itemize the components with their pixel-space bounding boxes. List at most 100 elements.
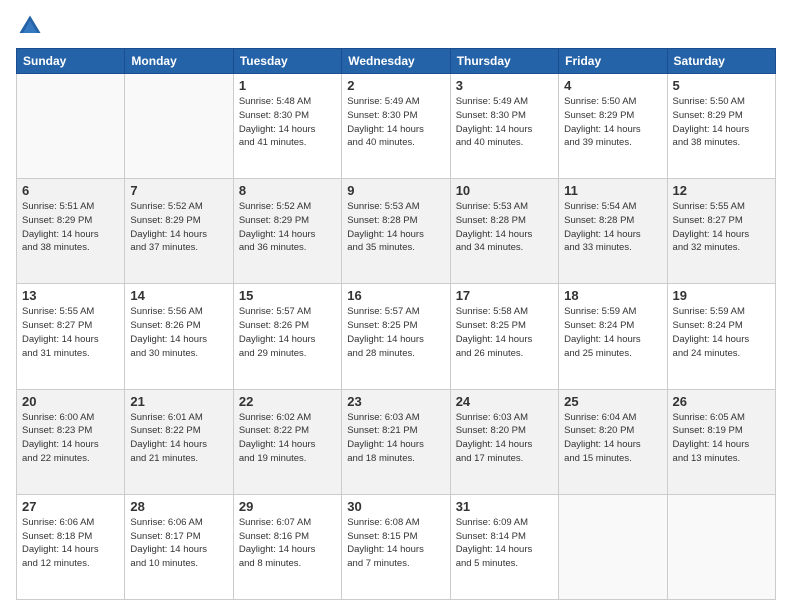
header [16,12,776,40]
calendar-cell: 6 Sunrise: 5:51 AM Sunset: 8:29 PM Daylig… [17,179,125,284]
day-number: 8 [239,183,336,198]
calendar-cell: 26 Sunrise: 6:05 AM Sunset: 8:19 PM Dayli… [667,389,775,494]
calendar-cell: 28Sunrise: 6:06 AM Sunset: 8:17 PM Dayli… [125,494,233,599]
calendar-week-4: 20Sunrise: 6:00 AM Sunset: 8:23 PM Dayli… [17,389,776,494]
weekday-header-tuesday: Tuesday [233,49,341,74]
day-info: Sunrise: 5:56 AM Sunset: 8:26 PM Dayligh… [130,305,227,360]
day-number: 1 [239,78,336,93]
calendar-cell: 17Sunrise: 5:58 AM Sunset: 8:25 PM Dayli… [450,284,558,389]
day-info: Sunrise: 5:53 AM Sunset: 8:28 PM Dayligh… [456,200,553,255]
day-info: Sunrise: 5:55 AM Sunset: 8:27 PM Dayligh… [22,305,119,360]
calendar-cell [559,494,667,599]
day-number: 13 [22,288,119,303]
day-number: 14 [130,288,227,303]
day-number: 28 [130,499,227,514]
day-number: 11 [564,183,661,198]
day-number: 2 [347,78,444,93]
calendar-week-2: 6 Sunrise: 5:51 AM Sunset: 8:29 PM Daylig… [17,179,776,284]
day-number: 24 [456,394,553,409]
day-number: 5 [673,78,770,93]
day-number: 15 [239,288,336,303]
calendar-cell: 14 Sunrise: 5:56 AM Sunset: 8:26 PM Dayli… [125,284,233,389]
calendar-cell [17,74,125,179]
calendar-cell: 30 Sunrise: 6:08 AM Sunset: 8:15 PM Dayli… [342,494,450,599]
calendar-cell: 11 Sunrise: 5:54 AM Sunset: 8:28 PM Dayli… [559,179,667,284]
day-number: 10 [456,183,553,198]
day-info: Sunrise: 5:51 AM Sunset: 8:29 PM Dayligh… [22,200,119,255]
day-info: Sunrise: 6:03 AM Sunset: 8:20 PM Dayligh… [456,411,553,466]
calendar-table: SundayMondayTuesdayWednesdayThursdayFrid… [16,48,776,600]
calendar-cell: 10 Sunrise: 5:53 AM Sunset: 8:28 PM Dayli… [450,179,558,284]
calendar-cell: 2 Sunrise: 5:49 AM Sunset: 8:30 PM Daylig… [342,74,450,179]
calendar-cell: 20Sunrise: 6:00 AM Sunset: 8:23 PM Dayli… [17,389,125,494]
day-info: Sunrise: 6:07 AM Sunset: 8:16 PM Dayligh… [239,516,336,571]
day-number: 30 [347,499,444,514]
day-info: Sunrise: 6:04 AM Sunset: 8:20 PM Dayligh… [564,411,661,466]
logo-icon [16,12,44,40]
day-info: Sunrise: 5:59 AM Sunset: 8:24 PM Dayligh… [673,305,770,360]
day-info: Sunrise: 6:02 AM Sunset: 8:22 PM Dayligh… [239,411,336,466]
calendar-week-1: 1 Sunrise: 5:48 AM Sunset: 8:30 PM Daylig… [17,74,776,179]
day-number: 29 [239,499,336,514]
day-info: Sunrise: 5:55 AM Sunset: 8:27 PM Dayligh… [673,200,770,255]
day-info: Sunrise: 6:03 AM Sunset: 8:21 PM Dayligh… [347,411,444,466]
calendar-cell: 8Sunrise: 5:52 AM Sunset: 8:29 PM Daylig… [233,179,341,284]
calendar-cell: 29 Sunrise: 6:07 AM Sunset: 8:16 PM Dayli… [233,494,341,599]
day-number: 23 [347,394,444,409]
day-info: Sunrise: 5:54 AM Sunset: 8:28 PM Dayligh… [564,200,661,255]
day-number: 27 [22,499,119,514]
day-number: 26 [673,394,770,409]
day-info: Sunrise: 5:57 AM Sunset: 8:26 PM Dayligh… [239,305,336,360]
day-info: Sunrise: 6:06 AM Sunset: 8:18 PM Dayligh… [22,516,119,571]
day-number: 6 [22,183,119,198]
day-number: 25 [564,394,661,409]
calendar-cell: 24 Sunrise: 6:03 AM Sunset: 8:20 PM Dayli… [450,389,558,494]
day-number: 3 [456,78,553,93]
calendar-cell: 15 Sunrise: 5:57 AM Sunset: 8:26 PM Dayli… [233,284,341,389]
calendar-cell [125,74,233,179]
calendar-cell: 1 Sunrise: 5:48 AM Sunset: 8:30 PM Daylig… [233,74,341,179]
calendar-cell: 19Sunrise: 5:59 AM Sunset: 8:24 PM Dayli… [667,284,775,389]
day-number: 21 [130,394,227,409]
page: SundayMondayTuesdayWednesdayThursdayFrid… [0,0,792,612]
day-number: 12 [673,183,770,198]
weekday-header-friday: Friday [559,49,667,74]
weekday-header-saturday: Saturday [667,49,775,74]
day-number: 18 [564,288,661,303]
day-number: 31 [456,499,553,514]
day-info: Sunrise: 5:50 AM Sunset: 8:29 PM Dayligh… [673,95,770,150]
calendar-cell: 9 Sunrise: 5:53 AM Sunset: 8:28 PM Daylig… [342,179,450,284]
calendar-cell: 27 Sunrise: 6:06 AM Sunset: 8:18 PM Dayli… [17,494,125,599]
day-info: Sunrise: 5:52 AM Sunset: 8:29 PM Dayligh… [130,200,227,255]
calendar-cell: 4 Sunrise: 5:50 AM Sunset: 8:29 PM Daylig… [559,74,667,179]
weekday-header-monday: Monday [125,49,233,74]
day-number: 9 [347,183,444,198]
day-info: Sunrise: 5:49 AM Sunset: 8:30 PM Dayligh… [456,95,553,150]
calendar-cell: 7 Sunrise: 5:52 AM Sunset: 8:29 PM Daylig… [125,179,233,284]
day-number: 16 [347,288,444,303]
calendar-week-5: 27 Sunrise: 6:06 AM Sunset: 8:18 PM Dayli… [17,494,776,599]
day-number: 4 [564,78,661,93]
day-info: Sunrise: 5:57 AM Sunset: 8:25 PM Dayligh… [347,305,444,360]
calendar-cell [667,494,775,599]
day-info: Sunrise: 5:48 AM Sunset: 8:30 PM Dayligh… [239,95,336,150]
day-info: Sunrise: 5:49 AM Sunset: 8:30 PM Dayligh… [347,95,444,150]
weekday-header-row: SundayMondayTuesdayWednesdayThursdayFrid… [17,49,776,74]
calendar-cell: 18Sunrise: 5:59 AM Sunset: 8:24 PM Dayli… [559,284,667,389]
weekday-header-thursday: Thursday [450,49,558,74]
day-info: Sunrise: 6:09 AM Sunset: 8:14 PM Dayligh… [456,516,553,571]
calendar-cell: 22Sunrise: 6:02 AM Sunset: 8:22 PM Dayli… [233,389,341,494]
day-info: Sunrise: 6:08 AM Sunset: 8:15 PM Dayligh… [347,516,444,571]
calendar-cell: 5 Sunrise: 5:50 AM Sunset: 8:29 PM Daylig… [667,74,775,179]
calendar-cell: 12 Sunrise: 5:55 AM Sunset: 8:27 PM Dayli… [667,179,775,284]
day-info: Sunrise: 6:05 AM Sunset: 8:19 PM Dayligh… [673,411,770,466]
calendar-cell: 31 Sunrise: 6:09 AM Sunset: 8:14 PM Dayli… [450,494,558,599]
calendar-cell: 23 Sunrise: 6:03 AM Sunset: 8:21 PM Dayli… [342,389,450,494]
day-info: Sunrise: 6:00 AM Sunset: 8:23 PM Dayligh… [22,411,119,466]
calendar-cell: 13 Sunrise: 5:55 AM Sunset: 8:27 PM Dayli… [17,284,125,389]
calendar-cell: 3 Sunrise: 5:49 AM Sunset: 8:30 PM Daylig… [450,74,558,179]
day-info: Sunrise: 5:50 AM Sunset: 8:29 PM Dayligh… [564,95,661,150]
day-number: 7 [130,183,227,198]
calendar-cell: 16 Sunrise: 5:57 AM Sunset: 8:25 PM Dayli… [342,284,450,389]
day-info: Sunrise: 5:53 AM Sunset: 8:28 PM Dayligh… [347,200,444,255]
